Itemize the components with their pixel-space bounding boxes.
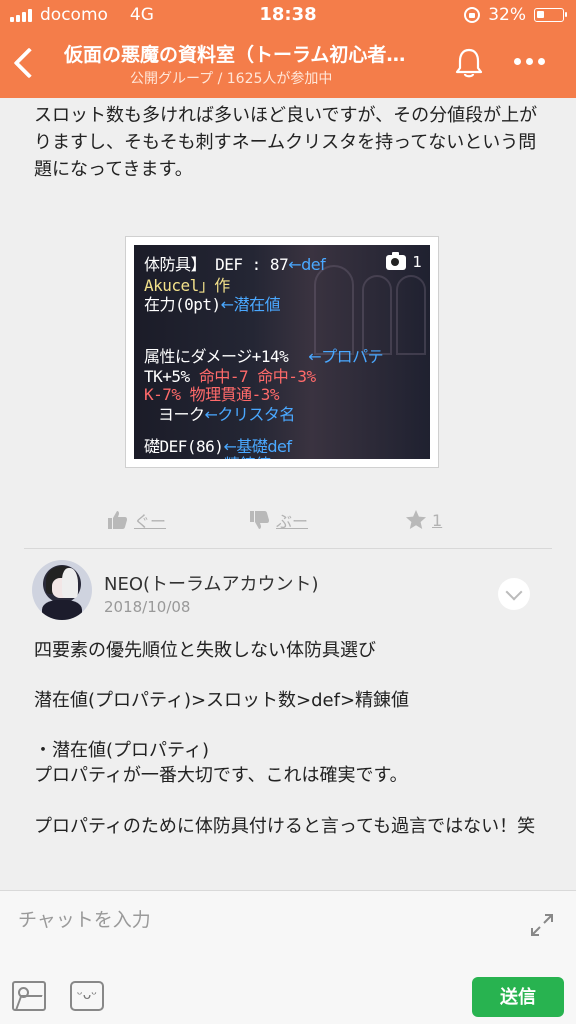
bell-icon[interactable]: [452, 46, 486, 80]
thread-content[interactable]: スロット数も多ければ多いほど良いですが、その分値段が上がりますし、そもそも刺すネ…: [0, 98, 576, 890]
comment-author[interactable]: NEO(トーラムアカウント): [104, 570, 319, 596]
group-title: 仮面の悪魔の資料室（トーラム初心者…: [64, 44, 406, 66]
comment-menu-button[interactable]: [498, 578, 530, 610]
post-image[interactable]: 体防具】 DEF : 87←def Akucel」作 在力(0pt)←潜在値 属…: [125, 236, 439, 468]
status-bar: docomo 4G 18:38 32%: [0, 0, 576, 30]
expand-icon[interactable]: [528, 911, 556, 939]
battery-percent: 32%: [488, 5, 526, 25]
comment-paragraph: プロパティのために体防具付けると言っても過言ではない！笑: [34, 816, 536, 837]
stat-base-def: 礎DEF(86): [144, 437, 224, 456]
post-text: スロット数も多ければ多いほど良いですが、その分値段が上がりますし、そもそも刺すネ…: [34, 105, 538, 180]
comment-paragraph: プロパティが一番大切です、これは確実です。: [34, 765, 408, 786]
rotation-lock-icon: [464, 7, 481, 23]
note-property: ←プロパテ: [308, 347, 384, 366]
more-options-button[interactable]: [514, 58, 545, 65]
note-potential: ←潜在値: [220, 295, 281, 314]
sticker-icon[interactable]: ᵕᴗᵕ: [70, 981, 104, 1011]
battery-icon: [534, 8, 567, 22]
star-button[interactable]: 1: [404, 508, 442, 532]
note-crysta: ←クリスタ名: [204, 405, 296, 424]
bad-label: ぶー: [276, 512, 309, 531]
chat-input-area: チャットを入力 ᵕᴗᵕ 送信: [0, 890, 576, 1024]
good-button[interactable]: ぐー: [106, 508, 166, 532]
stat-potential: 在力(0pt): [144, 295, 221, 314]
send-button[interactable]: 送信: [472, 977, 564, 1017]
thumbs-down-icon: [250, 511, 269, 529]
reaction-bar: ぐー ぶー 1: [0, 502, 576, 536]
image-picker-icon[interactable]: [12, 981, 46, 1011]
comment-paragraph: ・潜在値(プロパティ): [34, 740, 209, 761]
comment-date: 2018/10/08: [104, 598, 191, 616]
group-subtitle: 公開グループ / 1625人が参加中: [130, 71, 333, 87]
avatar[interactable]: [32, 560, 92, 620]
comment-body: 四要素の優先順位と失敗しない体防具選び 潜在値(プロパティ)>スロット数>def…: [34, 638, 544, 866]
camera-icon: [386, 251, 407, 270]
comment-paragraph: 四要素の優先順位と失敗しない体防具選び: [34, 640, 376, 661]
photo-count-badge: 1: [386, 251, 422, 271]
thumbs-up-icon: [108, 511, 127, 529]
nav-bar: 仮面の悪魔の資料室（トーラム初心者… 公開グループ / 1625人が参加中: [0, 30, 576, 98]
status-right: 32%: [464, 5, 567, 25]
comment-paragraph: 潜在値(プロパティ)>スロット数>def>精錬値: [34, 690, 410, 711]
stat-crysta: ヨーク: [158, 405, 205, 424]
photo-count: 1: [412, 253, 422, 271]
star-icon: [406, 510, 426, 529]
back-button[interactable]: [10, 44, 40, 84]
bad-button[interactable]: ぶー: [248, 508, 308, 532]
note-def: ←def: [288, 255, 326, 274]
chat-input[interactable]: チャットを入力: [18, 905, 151, 932]
good-label: ぐー: [134, 512, 167, 531]
divider: [24, 548, 552, 549]
note-refine: 精錬値: [224, 451, 271, 459]
game-screenshot: 体防具】 DEF : 87←def Akucel」作 在力(0pt)←潜在値 属…: [134, 245, 430, 459]
star-count: 1: [432, 510, 443, 530]
